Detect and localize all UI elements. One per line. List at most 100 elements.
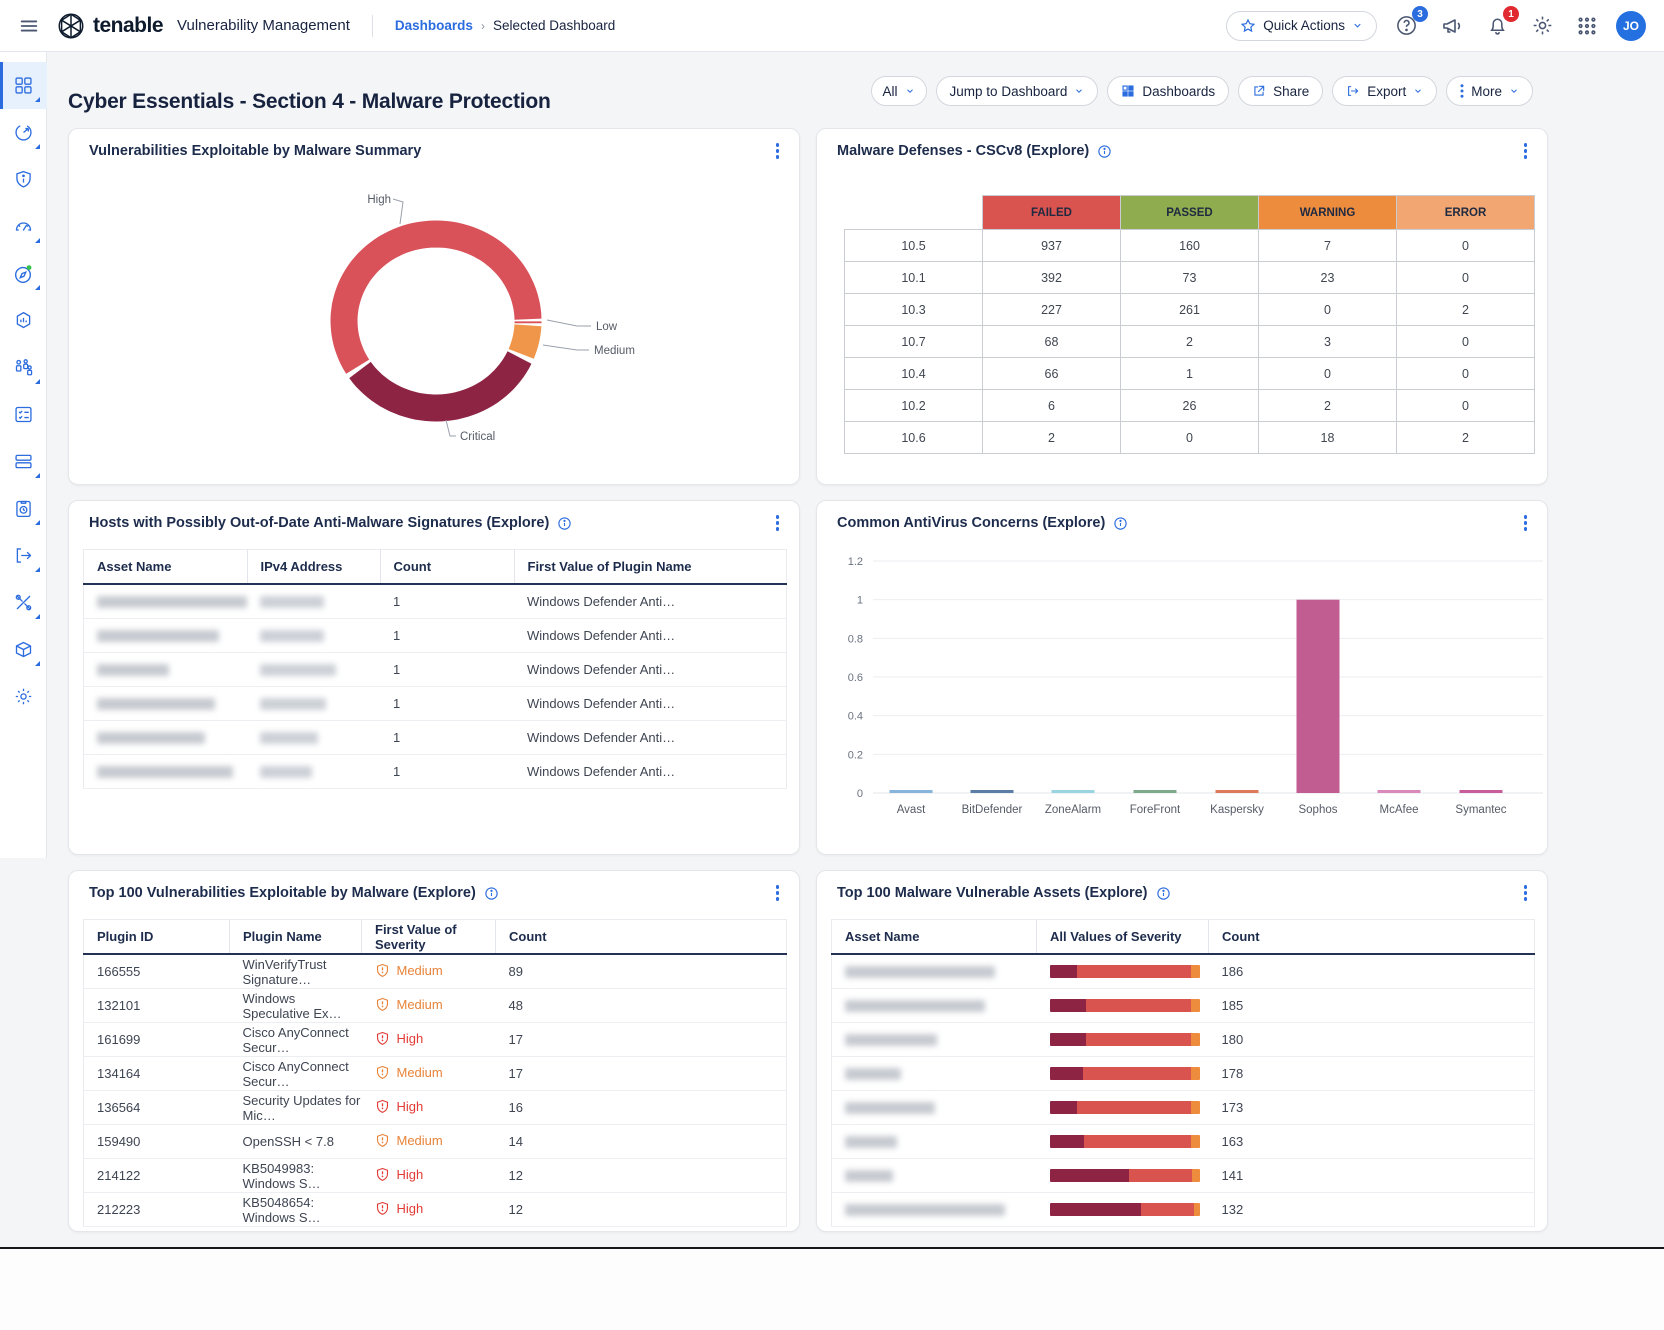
vuln-row[interactable]: 166555 WinVerifyTrust Signature… Medium … [84, 954, 787, 989]
sidebar-item-dashboards[interactable] [0, 62, 47, 109]
share-button[interactable]: Share [1238, 76, 1323, 106]
sidebar-item-explore[interactable] [0, 250, 47, 297]
vuln-row[interactable]: 212223 KB5048654: Windows S… High 12 [84, 1193, 787, 1227]
host-row[interactable]: 1 Windows Defender Anti… [84, 584, 787, 619]
vuln-row[interactable]: 161699 Cisco AnyConnect Secur… High 17 [84, 1023, 787, 1057]
sidebar-item-sensors[interactable] [0, 626, 47, 673]
bar-mcafee[interactable] [1378, 790, 1421, 793]
host-row[interactable]: 1 Windows Defender Anti… [84, 721, 787, 755]
donut-segment-high[interactable] [344, 234, 528, 367]
sidebar-item-assets[interactable] [0, 156, 47, 203]
asset-row[interactable]: 163 [832, 1125, 1535, 1159]
widget-title: Top 100 Vulnerabilities Exploitable by M… [89, 885, 476, 901]
sidebar-item-scans[interactable] [0, 438, 47, 485]
user-avatar[interactable]: JO [1616, 11, 1646, 41]
donut-segment-medium[interactable] [521, 325, 528, 354]
redacted-asset-name [845, 966, 995, 978]
asset-row[interactable]: 185 [832, 989, 1535, 1023]
menu-icon[interactable] [14, 11, 44, 41]
breadcrumb-dashboards[interactable]: Dashboards [395, 18, 473, 33]
sidebar-item-inventory[interactable] [0, 297, 47, 344]
bar-bitdefender[interactable] [971, 790, 1014, 793]
tenable-logo[interactable]: tenable [56, 11, 163, 41]
bar-forefront[interactable] [1134, 790, 1177, 793]
jump-to-dashboard-button[interactable]: Jump to Dashboard [936, 76, 1099, 106]
asset-row[interactable]: 173 [832, 1091, 1535, 1125]
donut-segment-critical[interactable] [360, 358, 520, 409]
sidebar-item-exports[interactable] [0, 532, 47, 579]
sidebar-item-settings[interactable] [0, 673, 47, 720]
announcements-icon[interactable] [1436, 10, 1468, 42]
asset-row[interactable]: 186 [832, 954, 1535, 989]
vuln-row[interactable]: 159490 OpenSSH < 7.8 Medium 14 [84, 1125, 787, 1159]
apps-grid-icon[interactable] [1572, 11, 1602, 41]
widget-menu-kebab-icon[interactable] [770, 509, 786, 538]
widget-malware-defenses: Malware Defenses - CSCv8 (Explore) FAILE… [816, 128, 1548, 485]
widget-menu-kebab-icon[interactable] [770, 879, 786, 908]
vuln-row[interactable]: 214122 KB5049983: Windows S… High 12 [84, 1159, 787, 1193]
defenses-row[interactable]: 10.593716070 [845, 230, 1535, 262]
bar-avast[interactable] [890, 790, 933, 793]
defenses-row[interactable]: 10.768230 [845, 326, 1535, 358]
sidebar-item-attack-path[interactable] [0, 344, 47, 391]
sidebar-item-reports[interactable] [0, 485, 47, 532]
defenses-row[interactable]: 10.262620 [845, 390, 1535, 422]
severity-distribution-bar [1050, 1067, 1200, 1080]
x-label-bitdefender: BitDefender [962, 804, 1023, 816]
info-icon[interactable] [1113, 516, 1128, 531]
notifications-badge: 1 [1503, 6, 1519, 22]
defenses-row[interactable]: 10.322726102 [845, 294, 1535, 326]
vuln-row[interactable]: 132101 Windows Speculative Ex… Medium 48 [84, 989, 787, 1023]
widget-menu-kebab-icon[interactable] [1518, 137, 1534, 166]
filter-all-button[interactable]: All [871, 76, 927, 106]
asset-row[interactable]: 180 [832, 1023, 1535, 1057]
bar-symantec[interactable] [1460, 790, 1503, 793]
y-tick: 1.2 [848, 556, 863, 568]
asset-row[interactable]: 132 [832, 1193, 1535, 1227]
widget-menu-kebab-icon[interactable] [1518, 879, 1534, 908]
asset-row[interactable]: 178 [832, 1057, 1535, 1091]
sidebar-item-lumin[interactable] [0, 203, 47, 250]
info-icon[interactable] [557, 516, 572, 531]
notifications-bell-icon[interactable]: 1 [1482, 10, 1513, 41]
help-icon[interactable]: 3 [1391, 10, 1422, 41]
antivirus-bar-chart[interactable]: 0 0.2 0.4 0.6 0.8 1 1.2AvastBitDefenderZ… [817, 545, 1547, 835]
redacted-asset-name [97, 630, 219, 642]
sidebar-item-findings[interactable] [0, 109, 47, 156]
defenses-row[interactable]: 10.139273230 [845, 262, 1535, 294]
widget-menu-kebab-icon[interactable] [1518, 509, 1534, 538]
host-row[interactable]: 1 Windows Defender Anti… [84, 755, 787, 789]
dashboards-button[interactable]: Dashboards [1107, 76, 1229, 106]
bar-sophos[interactable] [1297, 600, 1340, 793]
export-button[interactable]: Export [1332, 76, 1437, 106]
widget-title: Top 100 Malware Vulnerable Assets (Explo… [837, 885, 1148, 901]
tenable-knot-icon [56, 11, 86, 41]
info-icon[interactable] [1156, 886, 1171, 901]
host-row[interactable]: 1 Windows Defender Anti… [84, 653, 787, 687]
bar-zonealarm[interactable] [1052, 790, 1095, 793]
hosts-table: Asset NameIPv4 AddressCountFirst Value o… [83, 549, 787, 789]
sidebar-item-tools[interactable] [0, 579, 47, 626]
info-icon[interactable] [1097, 144, 1112, 159]
host-row[interactable]: 1 Windows Defender Anti… [84, 619, 787, 653]
star-icon [1240, 18, 1256, 34]
vuln-row[interactable]: 136564 Security Updates for Mic… High 16 [84, 1091, 787, 1125]
page-title: Cyber Essentials - Section 4 - Malware P… [68, 90, 551, 114]
quick-actions-button[interactable]: Quick Actions [1226, 11, 1377, 41]
more-button[interactable]: More [1446, 76, 1533, 106]
defenses-row[interactable]: 10.620182 [845, 422, 1535, 454]
settings-gear-icon[interactable] [1527, 10, 1558, 41]
asset-row[interactable]: 141 [832, 1159, 1535, 1193]
severity-shield-icon [375, 1099, 390, 1114]
donut-chart[interactable]: High Low Medium Critical [69, 173, 799, 473]
bar-kaspersky[interactable] [1216, 790, 1259, 793]
redacted-asset-name [845, 1170, 893, 1182]
redacted-asset-name [97, 732, 205, 744]
host-row[interactable]: 1 Windows Defender Anti… [84, 687, 787, 721]
defenses-row[interactable]: 10.466100 [845, 358, 1535, 390]
widget-menu-kebab-icon[interactable] [770, 137, 786, 166]
info-icon[interactable] [484, 886, 499, 901]
sidebar-item-policies[interactable] [0, 391, 47, 438]
vuln-row[interactable]: 134164 Cisco AnyConnect Secur… Medium 17 [84, 1057, 787, 1091]
widget-out-of-date-antimalware: Hosts with Possibly Out-of-Date Anti-Mal… [68, 500, 800, 855]
